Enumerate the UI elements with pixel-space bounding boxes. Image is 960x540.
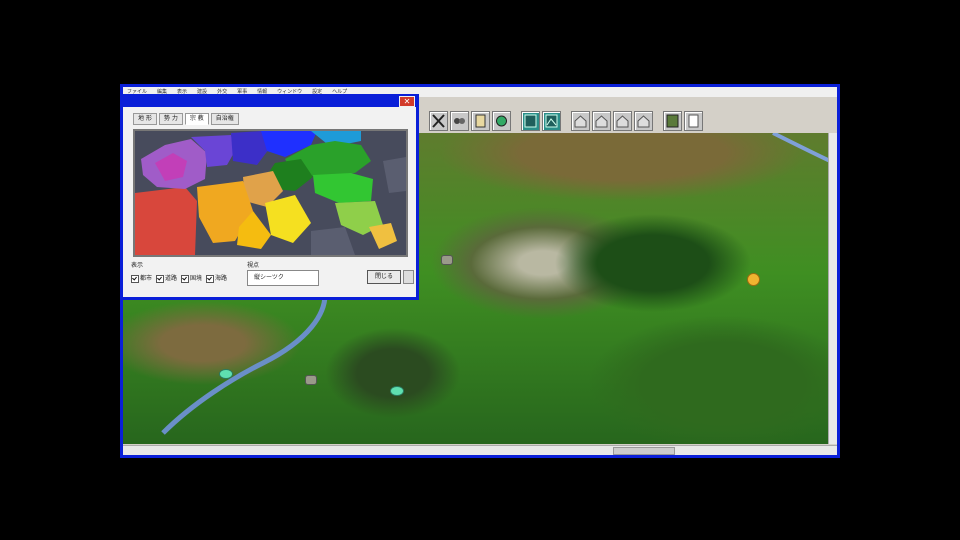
dialog-titlebar[interactable]: ✕ [120,94,419,107]
tab-faction[interactable]: 勢 力 [158,113,183,125]
tab-religion[interactable]: 宗 教 [184,113,209,125]
terrain-view-icon[interactable] [542,111,561,131]
close-button[interactable]: 閉じる [367,270,401,284]
tab-terrain[interactable]: 地 形 [133,113,157,125]
display-group-label: 表示 [131,262,144,269]
checkbox-label: 国境 [190,275,203,282]
minimap[interactable] [133,129,408,257]
building-icon[interactable] [592,111,611,131]
checkbox-label: 道路 [165,275,178,282]
display-checkboxes: 都市 道路 国境 海路 [131,273,227,283]
checkbox-cities[interactable]: 都市 [131,273,152,283]
help-icon[interactable] [403,270,414,284]
map-gold-marker[interactable] [747,273,760,286]
scroll-icon[interactable] [471,111,490,131]
horizontal-scrollbar[interactable] [123,445,837,455]
vertical-scrollbar[interactable] [828,133,837,444]
checkbox-label: 海路 [215,275,228,282]
checkbox-sea-routes[interactable]: 海路 [206,273,227,283]
building-icon[interactable] [634,111,653,131]
view-select[interactable]: 縦シーツク [247,270,319,286]
building-icon[interactable] [571,111,590,131]
page-icon[interactable] [684,111,703,131]
dialog-close-button[interactable]: ✕ [399,96,415,107]
globe-icon[interactable] [492,111,511,131]
checkbox-box[interactable] [156,274,165,283]
checkbox-box[interactable] [181,274,190,283]
map-unit-marker[interactable] [390,386,404,396]
map-view-icon[interactable] [521,111,540,131]
map-unit-marker[interactable] [219,369,233,379]
map-stone-marker[interactable] [305,375,317,385]
view-group-label: 視点 [247,262,260,269]
checkbox-roads[interactable]: 道路 [156,273,177,283]
dialog-body: 地 形 勢 力 宗 教 自治権 表示 都市 道路 国境 海路 視点 縦シーツク … [123,107,416,297]
portrait-icon[interactable] [663,111,682,131]
scroll-thumb[interactable] [613,447,675,455]
tab-autonomy[interactable]: 自治権 [210,113,239,125]
overview-dialog: ✕ 地 形 勢 力 宗 教 自治権 表示 都市 道路 国境 海路 視点 縦シーツ… [120,94,419,300]
dialog-footer: 表示 都市 道路 国境 海路 視点 縦シーツク 閉じる [131,260,414,294]
checkbox-box[interactable] [206,274,215,283]
dialog-tabs: 地 形 勢 力 宗 教 自治権 [133,113,239,125]
checkbox-borders[interactable]: 国境 [181,273,202,283]
map-stone-marker[interactable] [441,255,453,265]
army-icon[interactable] [450,111,469,131]
checkbox-box[interactable] [131,274,139,283]
checkbox-label: 都市 [140,275,153,282]
building-icon[interactable] [613,111,632,131]
crossed-swords-icon[interactable] [429,111,448,131]
